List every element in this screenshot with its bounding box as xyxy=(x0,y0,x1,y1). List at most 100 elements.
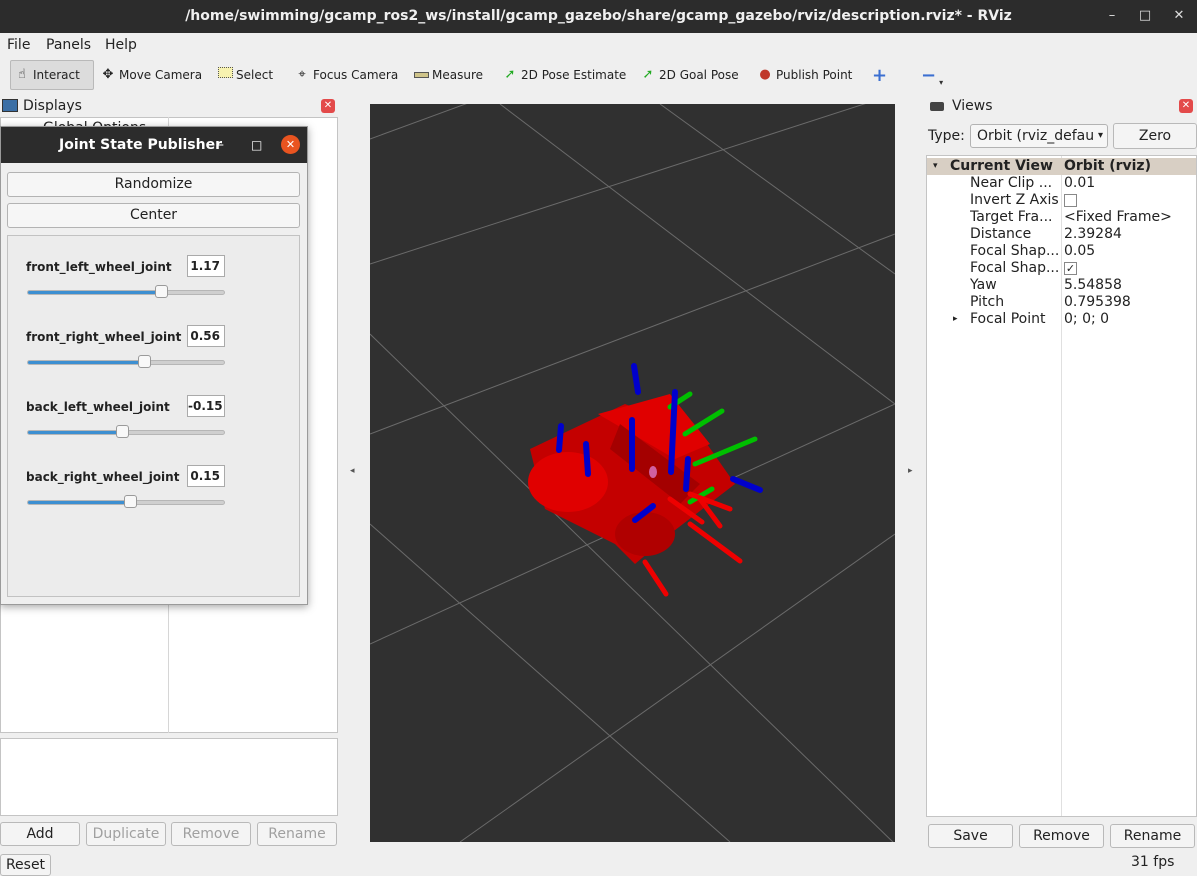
reset-button[interactable]: Reset xyxy=(0,854,51,876)
current-view-row[interactable]: ▾ Current View Orbit (rviz) xyxy=(927,158,1196,175)
property-row[interactable]: Yaw 5.54858 xyxy=(927,277,1196,294)
joint-slider[interactable] xyxy=(27,285,225,298)
property-value[interactable]: 0.05 xyxy=(1064,243,1095,260)
menu-panels[interactable]: Panels xyxy=(46,37,91,53)
close-button[interactable]: ✕ xyxy=(1161,0,1197,33)
pose-estimate-tool[interactable]: ➚ 2D Pose Estimate xyxy=(499,60,629,90)
slider-thumb[interactable] xyxy=(116,425,129,438)
menu-file[interactable]: File xyxy=(7,37,30,53)
expand-arrow-icon[interactable]: ▸ xyxy=(953,311,958,328)
green-arrow-icon: ➚ xyxy=(504,67,516,82)
joint-value-input[interactable]: 0.56 xyxy=(187,325,225,347)
property-value[interactable]: 0; 0; 0 xyxy=(1064,311,1109,328)
measure-tool[interactable]: Measure xyxy=(410,60,486,90)
joint-slider-group: front_left_wheel_joint 1.17 front_right_… xyxy=(7,235,300,597)
joint-slider[interactable] xyxy=(27,355,225,368)
measure-label: Measure xyxy=(432,68,483,82)
camera-icon xyxy=(930,102,944,111)
property-name: Focal Point xyxy=(970,311,1046,327)
jsp-close-icon[interactable]: ✕ xyxy=(281,135,300,154)
maximize-button[interactable]: □ xyxy=(1127,0,1163,33)
property-row[interactable]: Focal Shap... ✓ xyxy=(927,260,1196,277)
joint-slider[interactable] xyxy=(27,495,225,508)
property-value[interactable]: 0.01 xyxy=(1064,175,1095,192)
joint-value-input[interactable]: -0.15 xyxy=(187,395,225,417)
property-row[interactable]: Pitch 0.795398 xyxy=(927,294,1196,311)
3d-viewport[interactable] xyxy=(370,104,895,842)
slider-thumb[interactable] xyxy=(124,495,137,508)
property-name: Target Fra... xyxy=(970,209,1053,225)
status-bar xyxy=(0,853,1197,876)
property-row[interactable]: Near Clip ... 0.01 xyxy=(927,175,1196,192)
property-value[interactable]: 5.54858 xyxy=(1064,277,1122,294)
invert-z-checkbox[interactable] xyxy=(1064,192,1077,209)
joint-slider[interactable] xyxy=(27,425,225,438)
jsp-minimize-icon[interactable]: – xyxy=(217,127,224,163)
property-row[interactable]: Target Fra... <Fixed Frame> xyxy=(927,209,1196,226)
move-camera-tool[interactable]: ✥ Move Camera xyxy=(97,60,205,90)
3d-scene[interactable] xyxy=(370,104,895,842)
publish-point-label: Publish Point xyxy=(776,68,853,82)
slider-thumb[interactable] xyxy=(138,355,151,368)
focal-shape-checkbox[interactable]: ✓ xyxy=(1064,260,1077,277)
property-row[interactable]: ▸ Focal Point 0; 0; 0 xyxy=(927,311,1196,328)
randomize-button[interactable]: Randomize xyxy=(7,172,300,197)
minus-icon: − xyxy=(921,64,937,86)
window-title-bar: /home/swimming/gcamp_ros2_ws/install/gca… xyxy=(0,0,1197,33)
interact-tool[interactable]: ☝ Interact xyxy=(10,60,94,90)
remove-tool-button[interactable]: − ▾ xyxy=(918,60,946,90)
displays-header: Displays ✕ xyxy=(0,95,340,117)
focus-camera-tool[interactable]: ⌖ Focus Camera xyxy=(291,60,401,90)
property-row[interactable]: Distance 2.39284 xyxy=(927,226,1196,243)
goal-pose-tool[interactable]: ➚ 2D Goal Pose xyxy=(637,60,742,90)
crosshair-icon: ⌖ xyxy=(298,67,306,82)
joint-name: back_right_wheel_joint xyxy=(26,470,180,484)
add-display-button[interactable]: Add xyxy=(0,822,80,846)
slider-thumb[interactable] xyxy=(155,285,168,298)
publish-point-tool[interactable]: ● Publish Point xyxy=(754,60,855,90)
joint-value-input[interactable]: 0.15 xyxy=(187,465,225,487)
property-name: Focal Shap... xyxy=(970,260,1060,276)
joint-value-input[interactable]: 1.17 xyxy=(187,255,225,277)
plus-icon: + xyxy=(872,64,888,86)
views-header: Views ✕ xyxy=(926,95,1197,117)
fps-readout: 31 fps xyxy=(1131,854,1175,870)
property-row[interactable]: Invert Z Axis xyxy=(927,192,1196,209)
view-type-dropdown[interactable]: Orbit (rviz_defau ▾ xyxy=(970,124,1108,148)
menu-help[interactable]: Help xyxy=(105,37,137,53)
property-value[interactable]: 2.39284 xyxy=(1064,226,1122,243)
check-icon: ✓ xyxy=(1064,261,1077,275)
monitor-icon xyxy=(2,99,18,112)
current-view-label: Current View xyxy=(950,158,1053,174)
select-tool[interactable]: Select xyxy=(214,60,276,90)
property-value[interactable]: 0.795398 xyxy=(1064,294,1131,311)
window-title: /home/swimming/gcamp_ros2_ws/install/gca… xyxy=(185,8,1012,24)
dropdown-arrow-icon: ▾ xyxy=(939,77,944,87)
menu-bar: File Panels Help xyxy=(0,33,1197,57)
minimize-button[interactable]: – xyxy=(1094,0,1130,33)
collapse-left-icon[interactable]: ◂ xyxy=(350,466,355,476)
expand-arrow-icon[interactable]: ▾ xyxy=(933,158,938,175)
property-value[interactable]: <Fixed Frame> xyxy=(1064,209,1172,226)
jsp-maximize-icon[interactable]: □ xyxy=(251,127,262,163)
select-label: Select xyxy=(236,68,274,82)
remove-view-button[interactable]: Remove xyxy=(1019,824,1104,848)
move-camera-label: Move Camera xyxy=(119,68,203,82)
displays-close-icon[interactable]: ✕ xyxy=(321,99,335,113)
property-row[interactable]: Focal Shap... 0.05 xyxy=(927,243,1196,260)
zero-button[interactable]: Zero xyxy=(1113,123,1197,149)
rename-display-button[interactable]: Rename xyxy=(257,822,337,846)
views-property-tree[interactable]: ▾ Current View Orbit (rviz) Near Clip ..… xyxy=(926,155,1197,817)
save-view-button[interactable]: Save xyxy=(928,824,1013,848)
views-close-icon[interactable]: ✕ xyxy=(1179,99,1193,113)
center-button[interactable]: Center xyxy=(7,203,300,228)
pose-estimate-label: 2D Pose Estimate xyxy=(521,68,627,82)
duplicate-display-button[interactable]: Duplicate xyxy=(86,822,166,846)
remove-display-button[interactable]: Remove xyxy=(171,822,251,846)
rename-view-button[interactable]: Rename xyxy=(1110,824,1195,848)
add-tool-button[interactable]: + xyxy=(869,60,890,90)
collapse-right-icon[interactable]: ▸ xyxy=(908,466,913,476)
property-name: Near Clip ... xyxy=(970,175,1053,191)
focus-camera-label: Focus Camera xyxy=(313,68,399,82)
joint-name: back_left_wheel_joint xyxy=(26,400,170,414)
